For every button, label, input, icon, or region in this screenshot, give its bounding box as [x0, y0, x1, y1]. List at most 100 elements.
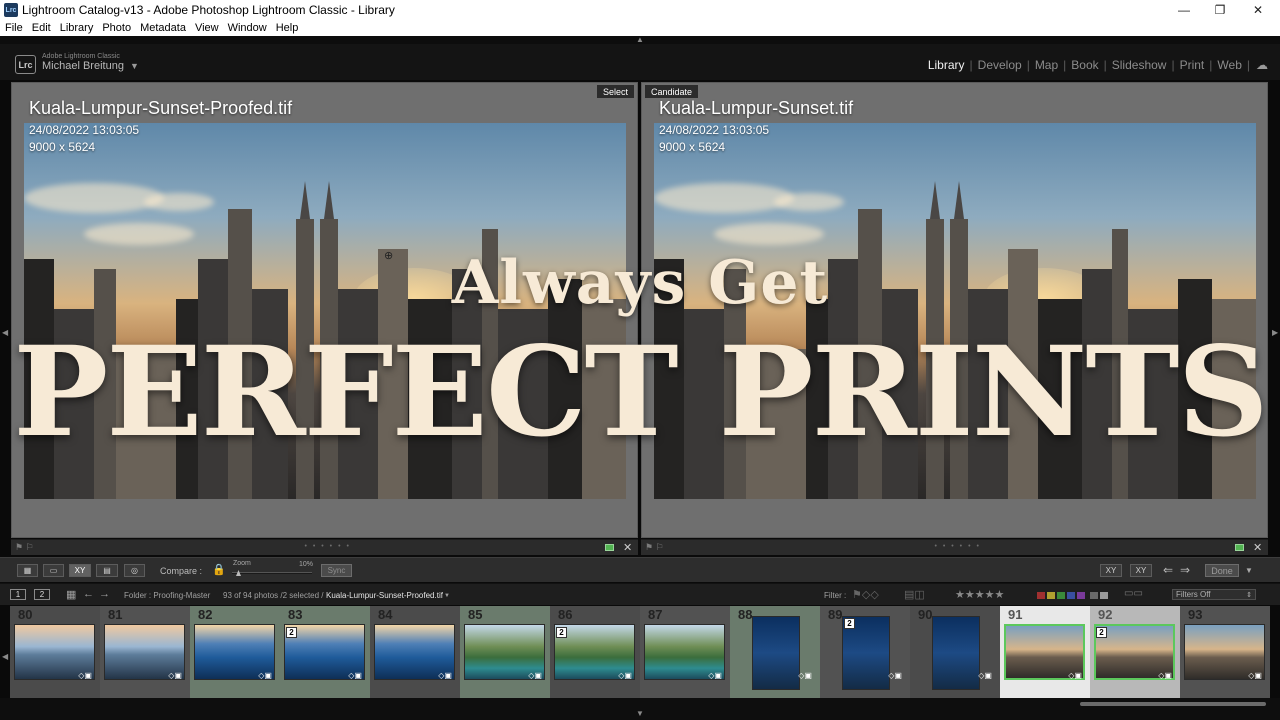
secondary-window-button[interactable]: 2 [34, 589, 50, 600]
filmstrip-cell[interactable]: 88 ◇▣ [730, 606, 820, 698]
right-panel-expand-icon[interactable]: ▶ [1272, 328, 1278, 337]
color-filter-blue[interactable] [1067, 592, 1075, 599]
filmstrip-cell[interactable]: 87 ◇▣ [640, 606, 730, 698]
cloud-sync-icon[interactable]: ☁ [1250, 58, 1268, 72]
menu-view[interactable]: View [190, 22, 223, 34]
done-button[interactable]: Done [1205, 564, 1239, 577]
compare-view-button[interactable]: XY [69, 564, 91, 577]
zoom-slider-track[interactable] [232, 572, 312, 574]
thumbnail-badge-icons: ◇▣ [258, 671, 272, 680]
filmstrip-cell[interactable]: 91 ◇▣ [1000, 606, 1090, 698]
color-filter-yellow[interactable] [1047, 592, 1055, 599]
grid-view-button[interactable]: ▦ [17, 564, 38, 577]
loupe-view-button[interactable]: ▭ [43, 564, 64, 577]
back-arrow-icon[interactable]: ← [83, 588, 94, 600]
filmstrip[interactable]: 80 ◇▣ 81 ◇▣ 82 ◇▣ 83 2 ◇▣ 84 ◇▣ 85 ◇▣ 86 2 ◇▣ 87 ◇▣ 88 ◇▣ 89… [10, 606, 1270, 698]
stack-count-badge[interactable]: 2 [1096, 627, 1107, 638]
collapse-top-icon[interactable]: ▲ [636, 35, 644, 44]
module-print[interactable]: Print [1175, 58, 1210, 72]
make-select-button[interactable]: XY [1130, 564, 1152, 577]
forward-arrow-icon[interactable]: → [99, 588, 110, 600]
module-web[interactable]: Web [1212, 58, 1246, 72]
survey-view-button[interactable]: ▤ [96, 564, 118, 577]
lightroom-window: Lrc Lightroom Catalog-v13 - Adobe Photos… [0, 0, 1280, 720]
filmstrip-cell[interactable]: 89 2 ◇▣ [820, 606, 910, 698]
menu-metadata[interactable]: Metadata [135, 22, 190, 34]
close-window-button[interactable]: ✕ [1240, 0, 1276, 20]
filmstrip-cell[interactable]: 82 ◇▣ [190, 606, 280, 698]
lrc-logo-icon: Lrc [15, 55, 36, 74]
candidate-rating-dots[interactable]: • • • • • • [935, 543, 981, 550]
select-close-button[interactable]: ✕ [623, 541, 632, 554]
restore-button[interactable]: ❐ [1202, 0, 1238, 20]
zoom-lock-icon[interactable]: 🔒 [212, 563, 226, 576]
stack-count-badge[interactable]: 2 [556, 627, 567, 638]
menu-help[interactable]: Help [271, 22, 303, 34]
grid-icon[interactable]: ▦ [66, 588, 76, 601]
collapse-bottom-icon[interactable]: ▼ [636, 709, 644, 718]
folder-source[interactable]: Folder : Proofing-Master [124, 591, 210, 600]
current-filename-dropdown-icon[interactable]: ▼ [444, 593, 450, 599]
stack-count-badge[interactable]: 2 [286, 627, 297, 638]
filmstrip-cell[interactable]: 93 ◇▣ [1180, 606, 1270, 698]
identity-user[interactable]: Michael Breitung [42, 60, 124, 72]
module-library[interactable]: Library [923, 58, 970, 72]
color-filter-none[interactable] [1100, 592, 1108, 599]
color-filter-custom[interactable] [1090, 592, 1098, 599]
sync-button[interactable]: Sync [321, 564, 352, 577]
candidate-color-label-icon[interactable] [1235, 544, 1244, 551]
toolbar-options-icon[interactable]: ▼ [1245, 566, 1253, 575]
filmstrip-scroll-thumb[interactable] [1080, 702, 1266, 706]
swap-button[interactable]: XY [1100, 564, 1122, 577]
people-view-button[interactable]: ◎ [124, 564, 145, 577]
filmstrip-scrollbar[interactable]: ▼ [0, 698, 1280, 720]
filmstrip-cell[interactable]: 92 2 ◇▣ [1090, 606, 1180, 698]
menu-edit[interactable]: Edit [27, 22, 55, 34]
color-filter-red[interactable] [1037, 592, 1045, 599]
filters-off-dropdown[interactable]: Filters Off ⇕ [1172, 589, 1256, 600]
filmstrip-thumbnail[interactable] [932, 616, 980, 690]
menu-photo[interactable]: Photo [97, 22, 135, 34]
minimize-button[interactable]: — [1166, 0, 1202, 20]
select-photo[interactable] [24, 123, 626, 499]
filmstrip-cell[interactable]: 80 ◇▣ [10, 606, 100, 698]
module-develop[interactable]: Develop [973, 58, 1027, 72]
color-filter-green[interactable] [1057, 592, 1065, 599]
select-rating-dots[interactable]: • • • • • • [305, 543, 351, 550]
stack-count-badge[interactable]: 2 [844, 618, 855, 629]
previous-photo-icon[interactable]: ⇐ [1163, 563, 1173, 577]
filmstrip-cell[interactable]: 83 2 ◇▣ [280, 606, 370, 698]
filmstrip-cell[interactable]: 81 ◇▣ [100, 606, 190, 698]
candidate-photo[interactable] [654, 123, 1256, 499]
identity-dropdown-icon[interactable]: ▼ [130, 61, 139, 71]
filmstrip-cell[interactable]: 84 ◇▣ [370, 606, 460, 698]
menu-library[interactable]: Library [55, 22, 98, 34]
candidate-close-button[interactable]: ✕ [1253, 541, 1262, 554]
filmstrip-cell[interactable]: 85 ◇▣ [460, 606, 550, 698]
flag-filter-icons[interactable]: ⚑◇◇ [852, 588, 879, 601]
filmstrip-thumbnail[interactable] [752, 616, 800, 690]
current-filename[interactable]: Kuala-Lumpur-Sunset-Proofed.tif [326, 591, 443, 600]
top-panel-collapse[interactable]: ▲ [0, 35, 1280, 44]
select-flag-icons[interactable]: ⚑ ⚐ [15, 542, 34, 553]
compare-pane-select[interactable]: Select Kuala-Lumpur-Sunset-Proofed.tif 2… [11, 82, 638, 538]
edit-filter-icons[interactable]: ▤◫ [904, 588, 925, 601]
rating-filter-stars[interactable]: ★★★★★ [955, 588, 1004, 601]
thumbnail-badge-icons: ◇▣ [528, 671, 542, 680]
candidate-flag-icons[interactable]: ⚑ ⚐ [645, 542, 664, 553]
module-map[interactable]: Map [1030, 58, 1063, 72]
module-book[interactable]: Book [1066, 58, 1103, 72]
menu-window[interactable]: Window [223, 22, 271, 34]
select-color-label-icon[interactable] [605, 544, 614, 551]
filmstrip-left-icon[interactable]: ◀ [2, 652, 8, 661]
copy-status-icons[interactable]: ▭▭ [1124, 588, 1143, 599]
main-window-button[interactable]: 1 [10, 589, 26, 600]
menu-file[interactable]: File [0, 22, 27, 34]
module-slideshow[interactable]: Slideshow [1107, 58, 1172, 72]
color-filter-purple[interactable] [1077, 592, 1085, 599]
filmstrip-cell[interactable]: 90 ◇▣ [910, 606, 1000, 698]
compare-pane-candidate[interactable]: Candidate Kuala-Lumpur-Sunset.tif 24/08/… [641, 82, 1268, 538]
filmstrip-cell[interactable]: 86 2 ◇▣ [550, 606, 640, 698]
left-panel-expand-icon[interactable]: ◀ [2, 328, 8, 337]
next-photo-icon[interactable]: ⇒ [1180, 563, 1190, 577]
